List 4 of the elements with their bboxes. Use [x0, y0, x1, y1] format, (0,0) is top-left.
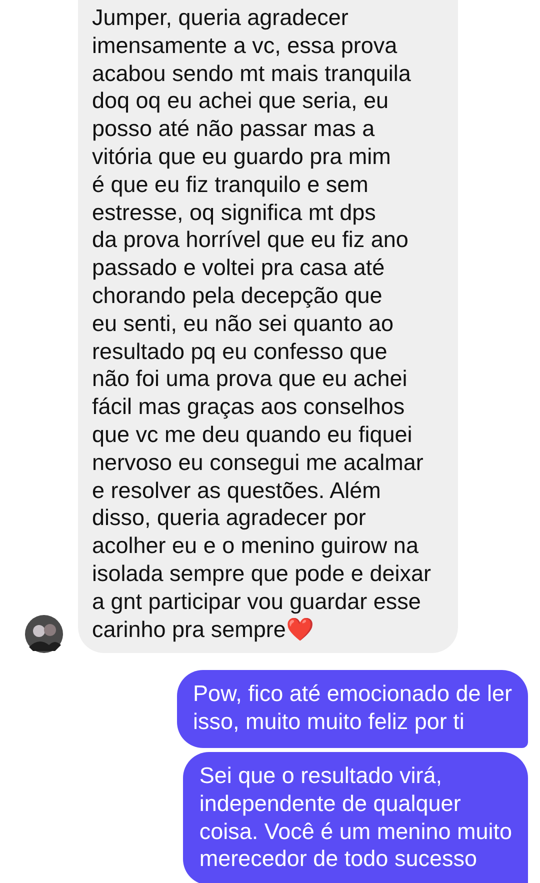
message-text: Sei que o resultado virá, independente de qualquer coisa. Você é um menino muito merecedor de todo sucesso: [199, 762, 512, 874]
message-text: Pow, fico até emocionado de ler isso, muito muito feliz por ti: [193, 680, 512, 736]
message-text: Jumper, queria agradecer imensamente a vc, essa prova acabou sendo mt mais tranquila doq oq eu achei que seria, eu posso até não passar mas a vitória que eu guardo pra mim é que eu fiz tranquilo e sem estresse, oq significa mt dps da prova horrível que eu fiz ano passado e voltei pra casa até chorando pela decepção que eu senti, eu não sei quanto ao resultado pq eu confesso que não foi uma prova que eu achei fácil mas graças aos conselhos que vc me deu quando eu fiquei nervoso eu consegui me acalmar e resolver as questões. Além disso, queria agradecer por acolher eu e o menino guirow na isolada sempre que pode e deixar a gnt participar vou guardar esse carinho pra sempre❤: [92, 4, 432, 644]
avatar-icon[interactable]: [25, 615, 63, 654]
